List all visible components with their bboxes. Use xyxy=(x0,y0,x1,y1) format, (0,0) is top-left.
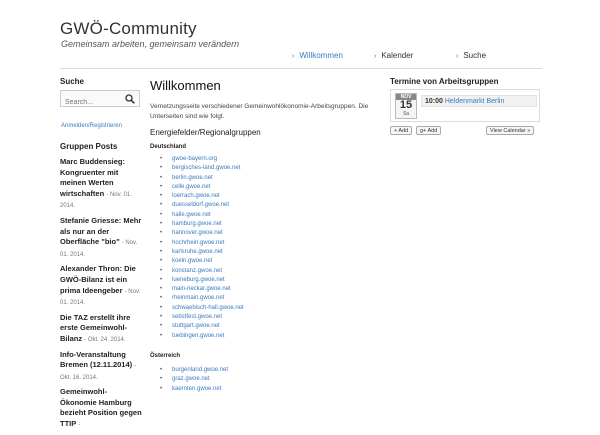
list-item: Alexander Thron: Die GWÖ-Bilanz ist ein … xyxy=(60,264,142,308)
magnifier-icon[interactable] xyxy=(125,94,135,104)
region-link[interactable]: loerrach.gwoe.net xyxy=(172,193,220,199)
region-heading: Deutschland xyxy=(150,144,187,150)
search-heading: Suche xyxy=(60,77,85,86)
section-subheading: Energiefelder/Regionalgruppen xyxy=(150,128,261,137)
list-item: Gemeinwohl-Ökonomie Hamburg bezieht Posi… xyxy=(60,387,142,430)
region-link[interactable]: stuttgart.gwoe.net xyxy=(172,323,220,329)
site-title[interactable]: GWÖ-Community xyxy=(60,19,197,39)
list-item: hochrhein.gwoe.net xyxy=(160,239,244,249)
list-item: lueneburg.gwoe.net xyxy=(160,276,244,286)
list-item: stuttgart.gwoe.net xyxy=(160,322,244,332)
region-link[interactable]: lueneburg.gwoe.net xyxy=(172,277,225,283)
nav-chevron-icon: › xyxy=(292,53,295,60)
list-item: gwoe-bayern.org xyxy=(160,155,244,165)
region-link[interactable]: karlsruhe.gwoe.net xyxy=(172,249,223,255)
add-calendar-button[interactable]: + Add xyxy=(390,126,413,135)
event-title[interactable]: Heldenmarkt Berlin xyxy=(445,98,505,105)
region-link[interactable]: hochrhein.gwoe.net xyxy=(172,240,224,246)
list-item: schwaebisch-hall.gwoe.net xyxy=(160,304,244,314)
region-link[interactable]: halle.gwoe.net xyxy=(172,212,211,218)
list-item: duesseldorf.gwoe.net xyxy=(160,201,244,211)
region-link[interactable]: kaernten.gwoe.net xyxy=(172,386,221,392)
list-item: berlin.gwoe.net xyxy=(160,174,244,184)
list-item: rheinmain.gwoe.net xyxy=(160,294,244,304)
region-link[interactable]: tuebingen.gwoe.net xyxy=(172,333,224,339)
list-item: halle.gwoe.net xyxy=(160,211,244,221)
region-link[interactable]: berlin.gwoe.net xyxy=(172,175,213,181)
region-link[interactable]: bergisches-land.gwoe.net xyxy=(172,165,240,171)
event-time: 10:00 xyxy=(425,98,443,105)
region-link[interactable]: celle.gwoe.net xyxy=(172,184,210,190)
list-item: kaernten.gwoe.net xyxy=(160,385,228,395)
region-link[interactable]: koeln.gwoe.net xyxy=(172,258,212,264)
search-box xyxy=(60,90,140,110)
group-posts-list: Marc Buddensieg: Kongruenter mit meinen … xyxy=(60,157,142,435)
nav-item-kalender[interactable]: › Kalender xyxy=(374,51,413,60)
list-item: Marc Buddensieg: Kongruenter mit meinen … xyxy=(60,157,142,212)
post-title[interactable]: Info-Veranstaltung Bremen (12.11.2014) xyxy=(60,350,132,370)
page-description: Vernetzungsseite verschiedener Gemeinwoh… xyxy=(150,103,369,120)
post-title[interactable]: Gemeinwohl-Ökonomie Hamburg bezieht Posi… xyxy=(60,387,142,428)
region-link[interactable]: sebstfest.gwoe.net xyxy=(172,314,222,320)
list-item: hamburg.gwoe.net xyxy=(160,220,244,230)
list-item: sebstfest.gwoe.net xyxy=(160,313,244,323)
view-calendar-button[interactable]: View Calendar » xyxy=(486,126,535,135)
posts-heading: Gruppen Posts xyxy=(60,142,118,151)
region-link[interactable]: burgenland.gwoe.net xyxy=(172,367,228,373)
site-tagline: Gemeinsam arbeiten, gemeinsam verändern xyxy=(61,39,240,49)
search-input[interactable] xyxy=(61,95,123,110)
list-item: Stefanie Griesse: Mehr als nur an der Ob… xyxy=(60,216,142,260)
list-item: bergisches-land.gwoe.net xyxy=(160,164,244,174)
region-link[interactable]: rheinmain.gwoe.net xyxy=(172,295,224,301)
calendar-widget: NOV 15 Sa 10:00 Heldenmarkt Berlin xyxy=(390,89,540,122)
nav-item-suche[interactable]: › Suche xyxy=(456,51,486,60)
main-nav: › Willkommen › Kalender › Suche xyxy=(0,51,600,63)
list-item: Die TAZ erstellt ihre erste Gemeinwohl-B… xyxy=(60,313,142,346)
calendar-event[interactable]: 10:00 Heldenmarkt Berlin xyxy=(421,95,537,107)
page-title: Willkommen xyxy=(150,78,221,93)
list-item: main-neckar.gwoe.net xyxy=(160,285,244,295)
header-separator xyxy=(60,68,542,69)
region-link[interactable]: gwoe-bayern.org xyxy=(172,156,217,162)
list-item: celle.gwoe.net xyxy=(160,183,244,193)
list-item: Info-Veranstaltung Bremen (12.11.2014) -… xyxy=(60,350,142,384)
post-date: - xyxy=(78,422,81,429)
calendar-day: 15 xyxy=(399,99,413,111)
list-item: konstanz.gwoe.net xyxy=(160,267,244,277)
region-heading: Österreich xyxy=(150,353,181,359)
region-link[interactable]: schwaebisch-hall.gwoe.net xyxy=(172,305,244,311)
calendar-weekday: Sa xyxy=(402,111,410,117)
list-item: graz.gwoe.net xyxy=(160,375,228,385)
google-add-button[interactable]: g+ Add xyxy=(416,126,442,135)
region-link[interactable]: duesseldorf.gwoe.net xyxy=(172,202,229,208)
list-item: burgenland.gwoe.net xyxy=(160,366,228,376)
list-item: koeln.gwoe.net xyxy=(160,257,244,267)
nav-chevron-icon: › xyxy=(374,53,377,60)
list-item: tuebingen.gwoe.net xyxy=(160,332,244,342)
nav-item-willkommen[interactable]: › Willkommen xyxy=(292,51,343,60)
post-date: - Okt. 24. 2014. xyxy=(84,336,126,343)
region-link-list: burgenland.gwoe.net graz.gwoe.net kaernten… xyxy=(160,366,228,394)
region-link[interactable]: konstanz.gwoe.net xyxy=(172,268,222,274)
region-link[interactable]: main-neckar.gwoe.net xyxy=(172,286,231,292)
events-heading: Termine von Arbeitsgruppen xyxy=(390,77,499,86)
region-link[interactable]: hannover.gwoe.net xyxy=(172,230,223,236)
list-item: loerrach.gwoe.net xyxy=(160,192,244,202)
region-link[interactable]: hamburg.gwoe.net xyxy=(172,221,222,227)
region-link[interactable]: graz.gwoe.net xyxy=(172,376,210,382)
calendar-date-badge: NOV 15 Sa xyxy=(395,93,417,119)
region-link-list: gwoe-bayern.org bergisches-land.gwoe.net b… xyxy=(160,155,244,341)
list-item: karlsruhe.gwoe.net xyxy=(160,248,244,258)
nav-chevron-icon: › xyxy=(456,53,459,60)
list-item: hannover.gwoe.net xyxy=(160,229,244,239)
login-register-link[interactable]: Anmelden/Registrieren xyxy=(61,123,122,129)
